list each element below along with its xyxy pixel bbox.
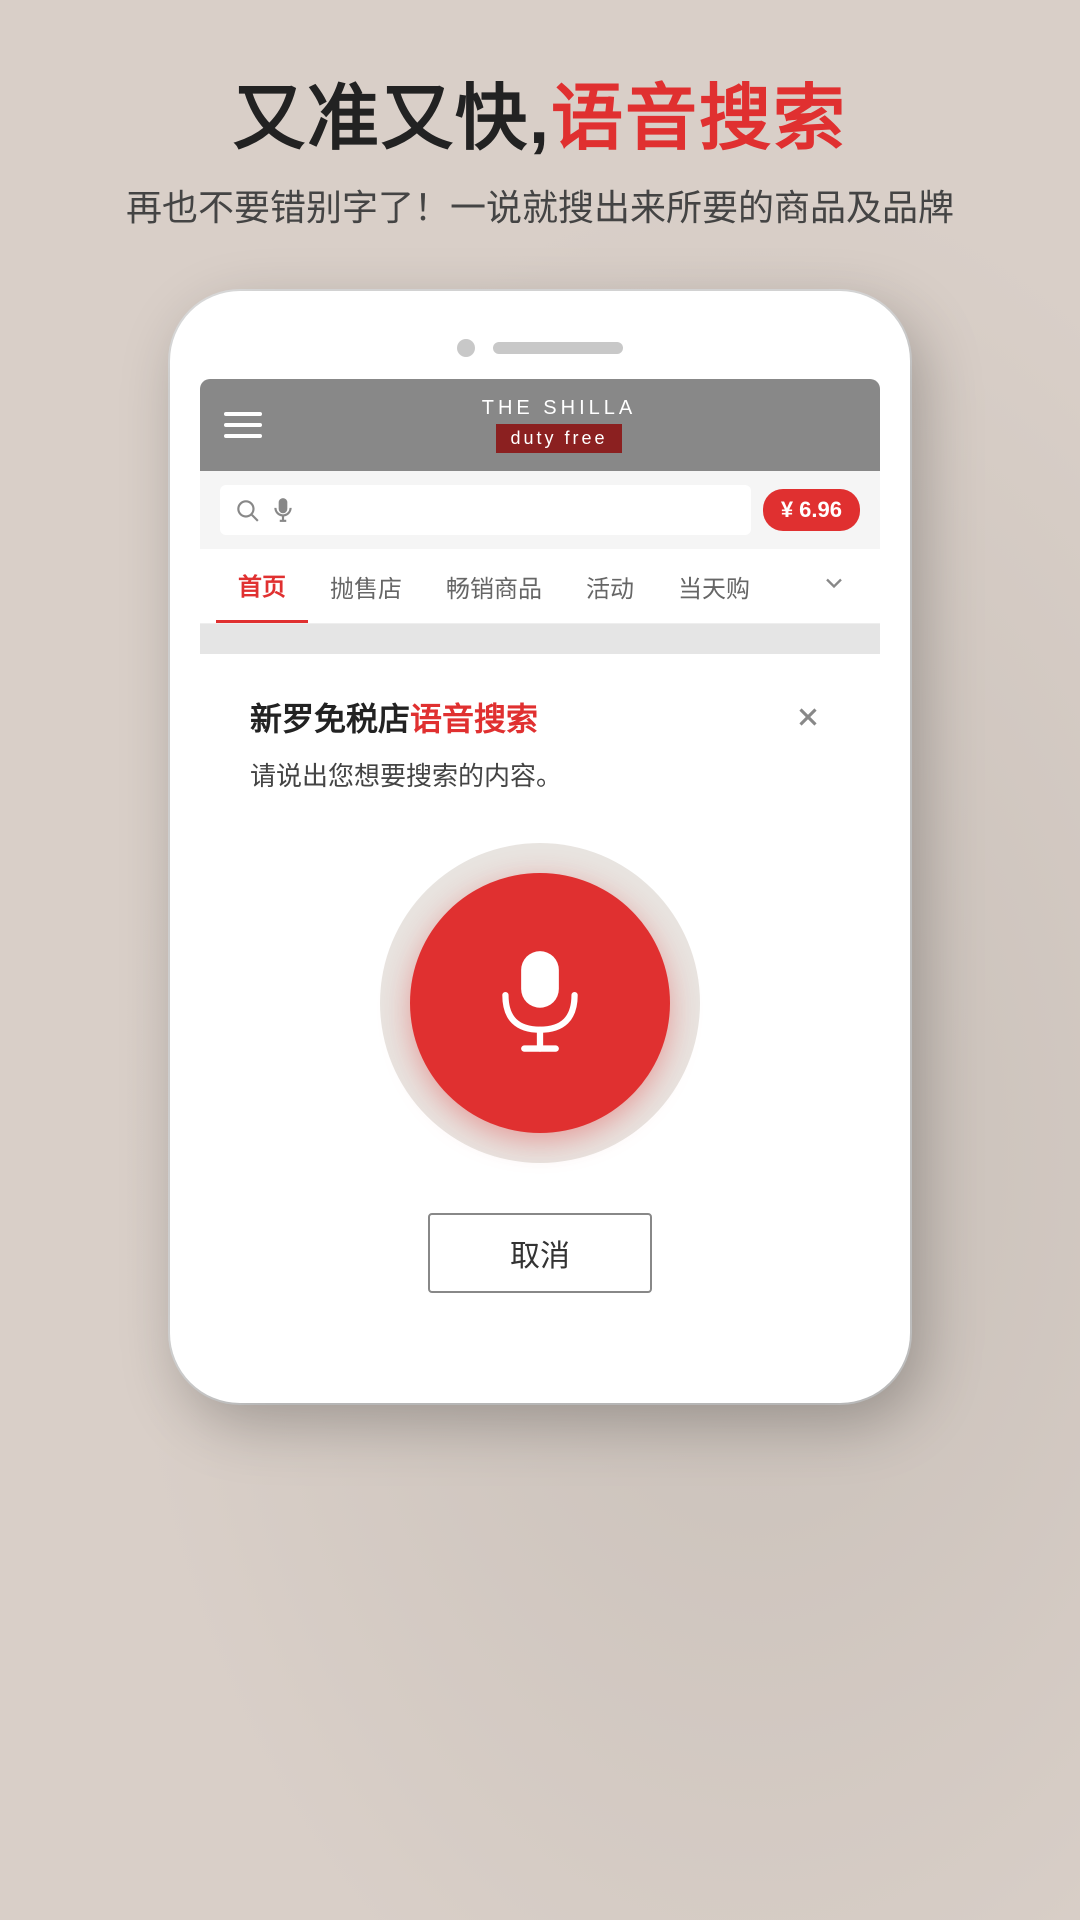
cancel-area: 取消	[250, 1213, 830, 1293]
phone-camera	[457, 339, 475, 357]
app-screenshot-strip	[200, 624, 880, 654]
tab-today[interactable]: 当天购	[656, 551, 772, 622]
modal-title-static: 新罗免税店	[250, 701, 410, 737]
phone-speaker	[493, 342, 623, 354]
mic-area	[250, 843, 830, 1163]
tab-bestseller[interactable]: 畅销商品	[424, 551, 564, 622]
modal-title: 新罗免税店语音搜索	[250, 694, 538, 740]
nav-tabs: 首页 抛售店 畅销商品 活动 当天购	[200, 549, 880, 624]
phone-top-bar	[200, 321, 880, 379]
close-button[interactable]	[786, 695, 830, 739]
cancel-button[interactable]: 取消	[428, 1213, 652, 1293]
tab-events[interactable]: 活动	[564, 551, 656, 622]
app-header: THE SHILLA duty free	[200, 379, 880, 471]
modal-header: 新罗免税店语音搜索	[250, 694, 830, 740]
page-subtitle: 再也不要错别字了！一说就搜出来所要的商品及品牌	[126, 179, 954, 231]
mic-search-icon[interactable]	[270, 497, 296, 523]
balance-badge: ¥ 6.96	[763, 489, 860, 531]
brand-name: THE SHILLA	[482, 397, 636, 420]
brand-logo: THE SHILLA duty free	[482, 397, 636, 453]
app-screen: THE SHILLA duty free	[200, 379, 880, 1343]
mic-button[interactable]	[410, 873, 670, 1133]
tab-outlet[interactable]: 抛售店	[308, 551, 424, 622]
close-icon	[793, 702, 823, 732]
microphone-icon	[485, 948, 595, 1058]
title-highlight: 语音搜索	[551, 79, 847, 159]
search-icon	[234, 497, 260, 523]
header-section: 又准又快,语音搜索 再也不要错别字了！一说就搜出来所要的商品及品牌	[126, 80, 954, 231]
hamburger-menu-icon[interactable]	[224, 412, 262, 438]
page-title: 又准又快,语音搜索	[126, 80, 954, 159]
title-static: 又准又快,	[233, 79, 551, 159]
modal-title-highlight: 语音搜索	[410, 701, 538, 737]
nav-more-icon[interactable]	[804, 551, 864, 622]
voice-search-modal: 新罗免税店语音搜索 请说出您想要搜索的内容。	[200, 654, 880, 1343]
search-input-area[interactable]	[220, 485, 751, 535]
brand-tag: duty free	[496, 424, 621, 453]
search-bar: ¥ 6.96	[200, 471, 880, 549]
tab-home[interactable]: 首页	[216, 549, 308, 623]
phone-frame: THE SHILLA duty free	[170, 291, 910, 1403]
modal-subtitle: 请说出您想要搜索的内容。	[250, 756, 830, 793]
mic-outer-ring	[380, 843, 700, 1163]
